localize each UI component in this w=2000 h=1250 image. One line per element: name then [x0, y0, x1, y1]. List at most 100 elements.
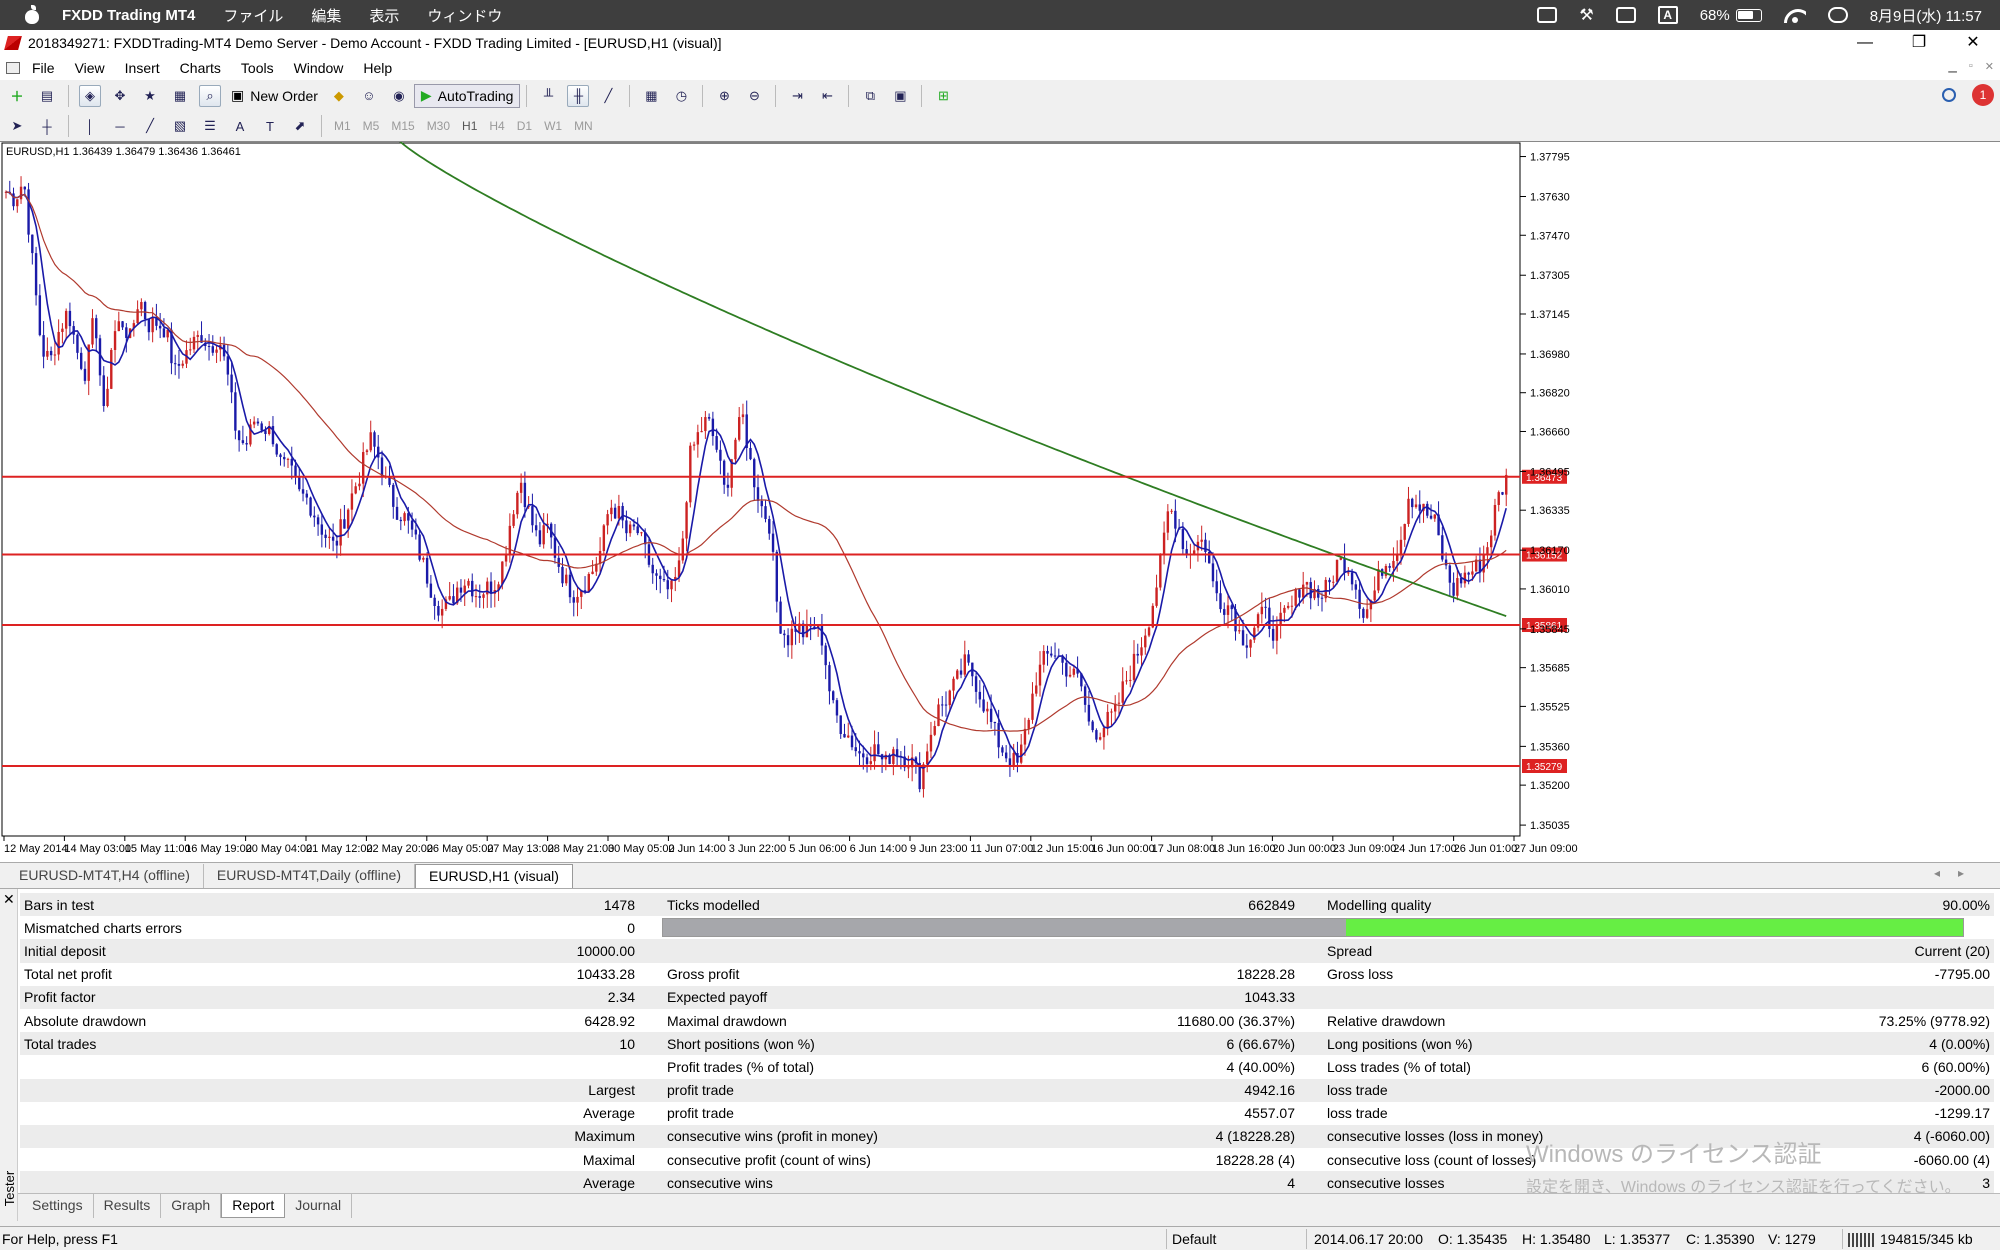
- mac-menu-view[interactable]: 表示: [369, 5, 399, 26]
- new-chart-icon[interactable]: ＋: [6, 85, 28, 107]
- menu-charts[interactable]: Charts: [180, 60, 221, 76]
- text-icon[interactable]: A: [229, 115, 251, 137]
- timeframe-m15[interactable]: M15: [391, 119, 414, 133]
- strategy-tester-icon[interactable]: ⌕: [199, 84, 221, 107]
- alerts-badge[interactable]: 1: [1972, 84, 1994, 106]
- navigator-icon[interactable]: ★: [139, 85, 161, 107]
- crosshair-icon[interactable]: ┼: [36, 115, 58, 137]
- candle-body: [117, 321, 120, 332]
- bar-chart-icon[interactable]: ╨: [537, 85, 559, 107]
- chart-tab-h1-visual[interactable]: EURUSD,H1 (visual): [415, 864, 573, 888]
- menu-insert[interactable]: Insert: [125, 60, 160, 76]
- properties-icon[interactable]: ▣: [889, 85, 911, 107]
- sidebar-icon[interactable]: [1537, 7, 1558, 23]
- clock[interactable]: 8月9日(水) 11:57: [1870, 5, 1982, 26]
- candlestick-icon[interactable]: ╫: [567, 84, 590, 107]
- chart-window[interactable]: 1.36473 1.36152 1.35861 1.35279 1.37795 1.376…: [0, 141, 2000, 862]
- candle-body: [1343, 557, 1346, 573]
- arrows-icon[interactable]: ⬈: [289, 115, 311, 137]
- horizontal-line-icon[interactable]: ─: [109, 115, 131, 137]
- zoom-out-icon[interactable]: ⊖: [743, 85, 765, 107]
- timeframe-m30[interactable]: M30: [427, 119, 450, 133]
- menu-tools[interactable]: Tools: [241, 60, 274, 76]
- tools-icon[interactable]: ⚒: [1579, 5, 1593, 25]
- market-watch-icon[interactable]: ◈: [79, 84, 101, 107]
- timeframe-w1[interactable]: W1: [544, 119, 562, 133]
- wifi-icon[interactable]: [1784, 7, 1806, 23]
- menu-file[interactable]: File: [32, 60, 55, 76]
- vertical-line-icon[interactable]: │: [79, 115, 101, 137]
- timeframe-mn[interactable]: MN: [574, 119, 593, 133]
- input-mode-icon[interactable]: A: [1657, 6, 1678, 24]
- indicators-icon[interactable]: ⧉: [859, 85, 881, 107]
- tab-report[interactable]: Report: [221, 1194, 286, 1218]
- chart-shift-icon[interactable]: ⇤: [816, 85, 838, 107]
- mdi-minimize-icon[interactable]: ▁: [1948, 60, 1956, 73]
- expert-add-icon[interactable]: ⊞: [932, 85, 954, 107]
- status-profile[interactable]: Default: [1172, 1231, 1216, 1247]
- new-order-button[interactable]: ▣ New Order: [225, 84, 324, 108]
- cursor-icon[interactable]: ➤: [6, 115, 28, 137]
- minimize-button[interactable]: —: [1838, 30, 1892, 56]
- search-icon[interactable]: [1942, 88, 1956, 102]
- close-button[interactable]: ✕: [1946, 30, 2000, 56]
- mac-menu-file[interactable]: ファイル: [223, 5, 283, 26]
- candle-body: [459, 587, 463, 593]
- menu-view[interactable]: View: [75, 60, 105, 76]
- chart-tab-daily[interactable]: EURUSD-MT4T,Daily (offline): [204, 864, 415, 888]
- autotrading-button[interactable]: ▶ AutoTrading: [413, 83, 521, 108]
- market-icon[interactable]: ☺: [358, 85, 380, 107]
- templates-icon[interactable]: ▦: [640, 85, 662, 107]
- terminal-icon[interactable]: ▦: [169, 85, 191, 107]
- candle-body: [677, 560, 681, 577]
- candle-body: [610, 507, 613, 515]
- candle-body: [982, 699, 985, 712]
- tab-graph[interactable]: Graph: [161, 1194, 222, 1218]
- data-window-icon[interactable]: ✥: [109, 85, 131, 107]
- apple-icon[interactable]: [22, 5, 42, 25]
- periods-icon[interactable]: ◷: [670, 85, 692, 107]
- timeframe-d1[interactable]: D1: [517, 119, 532, 133]
- candle-body: [538, 530, 542, 545]
- menu-window[interactable]: Window: [294, 60, 344, 76]
- maximize-button[interactable]: ❐: [1892, 30, 1946, 56]
- line-chart-icon[interactable]: ╱: [597, 85, 619, 107]
- tab-journal[interactable]: Journal: [285, 1194, 353, 1218]
- trendline-icon[interactable]: ╱: [139, 115, 161, 137]
- chart-tab-h4[interactable]: EURUSD-MT4T,H4 (offline): [6, 864, 204, 888]
- timeframe-m5[interactable]: M5: [363, 119, 380, 133]
- windows-icon[interactable]: [1615, 7, 1636, 23]
- mac-menu-window[interactable]: ウィンドウ: [427, 5, 502, 26]
- timeframe-m1[interactable]: M1: [334, 119, 351, 133]
- control-center-icon[interactable]: [1827, 7, 1848, 23]
- candle-body: [1241, 630, 1245, 646]
- fibonacci-icon[interactable]: ☰: [199, 115, 221, 137]
- text-label-icon[interactable]: T: [259, 115, 281, 137]
- battery-status[interactable]: 68%: [1700, 7, 1762, 24]
- status-traffic[interactable]: 194815/345 kb: [1848, 1231, 1973, 1248]
- timeframe-h4[interactable]: H4: [489, 119, 504, 133]
- candle-body: [335, 540, 339, 546]
- auto-scroll-icon[interactable]: ⇥: [786, 85, 808, 107]
- app-name[interactable]: FXDD Trading MT4: [62, 7, 195, 24]
- channel-icon[interactable]: ▧: [169, 115, 191, 137]
- timeframe-h1[interactable]: H1: [462, 119, 477, 133]
- candle-body: [1226, 605, 1230, 615]
- signals-icon[interactable]: ◉: [388, 85, 410, 107]
- mdi-close-icon[interactable]: ✕: [1985, 60, 1994, 73]
- tab-results[interactable]: Results: [94, 1194, 162, 1218]
- candle-body: [331, 536, 335, 541]
- tab-scroll-arrows[interactable]: ◂▸: [1934, 866, 1982, 880]
- zoom-in-icon[interactable]: ⊕: [713, 85, 735, 107]
- initial-deposit-value: 10000.00: [576, 942, 635, 959]
- candle-body: [38, 295, 42, 336]
- price-chart[interactable]: 1.364731.361521.358611.352791.377951.376…: [0, 142, 2000, 863]
- mac-menu-edit[interactable]: 編集: [311, 5, 341, 26]
- mdi-icon[interactable]: [6, 62, 20, 74]
- mdi-restore-icon[interactable]: ▫: [1969, 60, 1973, 73]
- profiles-icon[interactable]: ▤: [36, 85, 58, 107]
- metaeditor-icon[interactable]: ◆: [328, 85, 350, 107]
- tab-settings[interactable]: Settings: [22, 1194, 94, 1218]
- menu-help[interactable]: Help: [363, 60, 392, 76]
- close-tester-icon[interactable]: ✕: [3, 891, 15, 908]
